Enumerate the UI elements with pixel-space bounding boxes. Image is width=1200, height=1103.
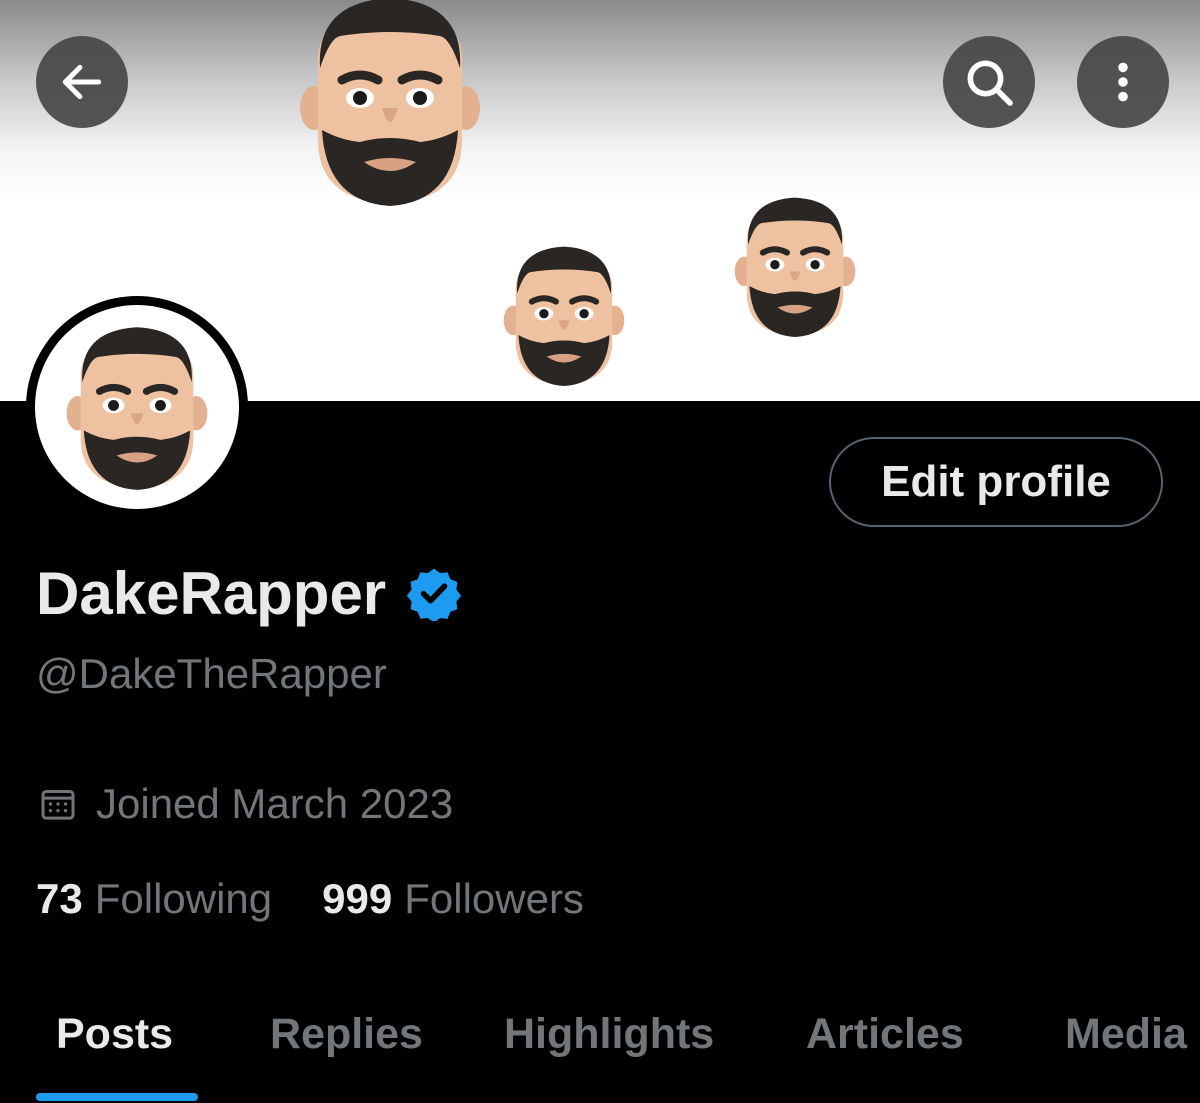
calendar-icon [41,790,75,820]
following-count: 73 [36,875,83,922]
tab-posts[interactable]: Posts [56,1010,173,1059]
tab-replies[interactable]: Replies [270,1010,423,1059]
following-label: Following [94,875,273,922]
display-name-row: DakeRapper [36,558,462,628]
search-button[interactable] [943,36,1035,128]
follow-stats: 73 Following 999 Followers [36,875,584,923]
profile-avatar[interactable] [26,296,248,518]
display-name: DakeRapper [36,559,387,627]
followers-count: 999 [322,875,393,922]
followers-label: Followers [404,875,584,922]
joined-date: Joined March 2023 [96,780,454,827]
memoji-banner-small-right [728,180,862,352]
back-button[interactable] [36,36,128,128]
tab-articles[interactable]: Articles [806,1010,964,1059]
more-vertical-icon [1118,62,1128,102]
following-link[interactable]: 73 Following [36,875,272,923]
avatar-image [35,305,239,509]
more-button[interactable] [1077,36,1169,128]
followers-link[interactable]: 999 Followers [322,875,584,923]
tab-highlights[interactable]: Highlights [504,1010,714,1059]
memoji-banner-small-left [497,228,631,401]
memoji-avatar [58,321,216,493]
joined-date-row: Joined March 2023 [38,780,453,828]
edit-profile-button[interactable]: Edit profile [829,437,1163,527]
arrow-left-icon [62,64,102,100]
tab-media[interactable]: Media [1065,1010,1187,1059]
profile-handle: @DakeTheRapper [36,650,387,697]
search-icon [967,60,1013,106]
verified-badge-icon[interactable] [406,565,462,621]
memoji-banner-large [290,0,490,220]
active-tab-indicator [36,1093,198,1101]
